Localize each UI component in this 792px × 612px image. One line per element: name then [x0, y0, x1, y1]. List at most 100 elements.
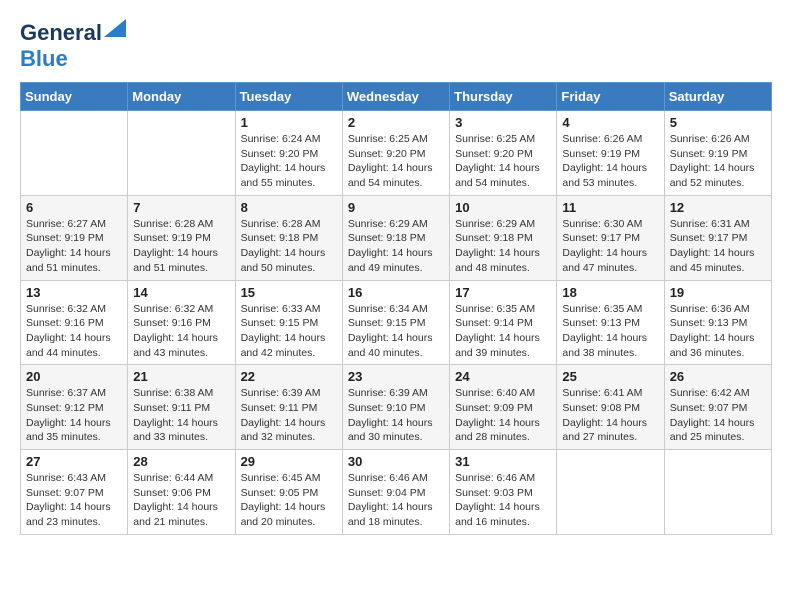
calendar-cell — [21, 111, 128, 196]
day-number: 18 — [562, 285, 658, 300]
logo: General Blue — [20, 20, 126, 72]
week-row-1: 1 Sunrise: 6:24 AM Sunset: 9:20 PM Daylig… — [21, 111, 772, 196]
day-info: Sunrise: 6:46 AM Sunset: 9:03 PM Dayligh… — [455, 471, 551, 530]
day-info: Sunrise: 6:28 AM Sunset: 9:18 PM Dayligh… — [241, 217, 337, 276]
day-number: 19 — [670, 285, 766, 300]
calendar-cell: 7Sunrise: 6:28 AM Sunset: 9:19 PM Daylig… — [128, 195, 235, 280]
calendar-cell: 30 Sunrise: 6:46 AM Sunset: 9:04 PM Dayli… — [342, 450, 449, 535]
day-info: Sunrise: 6:30 AM Sunset: 9:17 PM Dayligh… — [562, 217, 658, 276]
calendar-cell: 16 Sunrise: 6:34 AM Sunset: 9:15 PM Dayli… — [342, 280, 449, 365]
day-info: Sunrise: 6:25 AM Sunset: 9:20 PM Dayligh… — [348, 132, 444, 191]
day-number: 24 — [455, 369, 551, 384]
day-number: 27 — [26, 454, 122, 469]
day-number: 14 — [133, 285, 229, 300]
calendar-table: SundayMondayTuesdayWednesdayThursdayFrid… — [20, 82, 772, 535]
calendar-cell: 6 Sunrise: 6:27 AM Sunset: 9:19 PM Daylig… — [21, 195, 128, 280]
calendar-cell: 27 Sunrise: 6:43 AM Sunset: 9:07 PM Dayli… — [21, 450, 128, 535]
calendar-cell: 3 Sunrise: 6:25 AM Sunset: 9:20 PM Daylig… — [450, 111, 557, 196]
calendar-cell: 1 Sunrise: 6:24 AM Sunset: 9:20 PM Daylig… — [235, 111, 342, 196]
calendar-cell — [557, 450, 664, 535]
calendar-cell: 4 Sunrise: 6:26 AM Sunset: 9:19 PM Daylig… — [557, 111, 664, 196]
weekday-header-row: SundayMondayTuesdayWednesdayThursdayFrid… — [21, 83, 772, 111]
day-info: Sunrise: 6:38 AM Sunset: 9:11 PM Dayligh… — [133, 386, 229, 445]
calendar-cell: 17 Sunrise: 6:35 AM Sunset: 9:14 PM Dayli… — [450, 280, 557, 365]
day-info: Sunrise: 6:29 AM Sunset: 9:18 PM Dayligh… — [455, 217, 551, 276]
calendar-cell: 2 Sunrise: 6:25 AM Sunset: 9:20 PM Daylig… — [342, 111, 449, 196]
calendar-cell: 19 Sunrise: 6:36 AM Sunset: 9:13 PM Dayli… — [664, 280, 771, 365]
calendar-cell: 21 Sunrise: 6:38 AM Sunset: 9:11 PM Dayli… — [128, 365, 235, 450]
day-info: Sunrise: 6:43 AM Sunset: 9:07 PM Dayligh… — [26, 471, 122, 530]
logo-icon — [104, 19, 126, 37]
day-number: 3 — [455, 115, 551, 130]
weekday-header-saturday: Saturday — [664, 83, 771, 111]
calendar-cell: 18 Sunrise: 6:35 AM Sunset: 9:13 PM Dayli… — [557, 280, 664, 365]
day-info: Sunrise: 6:41 AM Sunset: 9:08 PM Dayligh… — [562, 386, 658, 445]
calendar-cell: 31Sunrise: 6:46 AM Sunset: 9:03 PM Dayli… — [450, 450, 557, 535]
calendar-cell: 11 Sunrise: 6:30 AM Sunset: 9:17 PM Dayli… — [557, 195, 664, 280]
day-number: 21 — [133, 369, 229, 384]
weekday-header-wednesday: Wednesday — [342, 83, 449, 111]
calendar-cell: 25 Sunrise: 6:41 AM Sunset: 9:08 PM Dayli… — [557, 365, 664, 450]
day-info: Sunrise: 6:34 AM Sunset: 9:15 PM Dayligh… — [348, 302, 444, 361]
day-number: 30 — [348, 454, 444, 469]
day-info: Sunrise: 6:35 AM Sunset: 9:14 PM Dayligh… — [455, 302, 551, 361]
day-number: 17 — [455, 285, 551, 300]
logo-general-text: General — [20, 20, 102, 46]
calendar-cell: 14 Sunrise: 6:32 AM Sunset: 9:16 PM Dayli… — [128, 280, 235, 365]
day-info: Sunrise: 6:28 AM Sunset: 9:19 PM Dayligh… — [133, 217, 229, 276]
day-info: Sunrise: 6:32 AM Sunset: 9:16 PM Dayligh… — [26, 302, 122, 361]
day-number: 2 — [348, 115, 444, 130]
day-number: 8 — [241, 200, 337, 215]
logo-blue-text: Blue — [20, 46, 68, 72]
week-row-4: 20 Sunrise: 6:37 AM Sunset: 9:12 PM Dayli… — [21, 365, 772, 450]
day-number: 11 — [562, 200, 658, 215]
calendar-cell — [664, 450, 771, 535]
day-number: 16 — [348, 285, 444, 300]
day-info: Sunrise: 6:40 AM Sunset: 9:09 PM Dayligh… — [455, 386, 551, 445]
day-number: 25 — [562, 369, 658, 384]
calendar-cell — [128, 111, 235, 196]
calendar-cell: 23 Sunrise: 6:39 AM Sunset: 9:10 PM Dayli… — [342, 365, 449, 450]
day-info: Sunrise: 6:36 AM Sunset: 9:13 PM Dayligh… — [670, 302, 766, 361]
day-number: 22 — [241, 369, 337, 384]
day-info: Sunrise: 6:26 AM Sunset: 9:19 PM Dayligh… — [562, 132, 658, 191]
day-info: Sunrise: 6:39 AM Sunset: 9:10 PM Dayligh… — [348, 386, 444, 445]
day-info: Sunrise: 6:25 AM Sunset: 9:20 PM Dayligh… — [455, 132, 551, 191]
day-info: Sunrise: 6:37 AM Sunset: 9:12 PM Dayligh… — [26, 386, 122, 445]
day-info: Sunrise: 6:39 AM Sunset: 9:11 PM Dayligh… — [241, 386, 337, 445]
calendar-cell: 22 Sunrise: 6:39 AM Sunset: 9:11 PM Dayli… — [235, 365, 342, 450]
day-info: Sunrise: 6:46 AM Sunset: 9:04 PM Dayligh… — [348, 471, 444, 530]
day-number: 1 — [241, 115, 337, 130]
day-info: Sunrise: 6:29 AM Sunset: 9:18 PM Dayligh… — [348, 217, 444, 276]
day-number: 13 — [26, 285, 122, 300]
week-row-2: 6 Sunrise: 6:27 AM Sunset: 9:19 PM Daylig… — [21, 195, 772, 280]
calendar-cell: 24 Sunrise: 6:40 AM Sunset: 9:09 PM Dayli… — [450, 365, 557, 450]
calendar-cell: 12Sunrise: 6:31 AM Sunset: 9:17 PM Dayli… — [664, 195, 771, 280]
week-row-3: 13 Sunrise: 6:32 AM Sunset: 9:16 PM Dayli… — [21, 280, 772, 365]
weekday-header-friday: Friday — [557, 83, 664, 111]
day-number: 10 — [455, 200, 551, 215]
calendar-cell: 5Sunrise: 6:26 AM Sunset: 9:19 PM Daylig… — [664, 111, 771, 196]
day-info: Sunrise: 6:44 AM Sunset: 9:06 PM Dayligh… — [133, 471, 229, 530]
calendar-cell: 28Sunrise: 6:44 AM Sunset: 9:06 PM Dayli… — [128, 450, 235, 535]
day-info: Sunrise: 6:24 AM Sunset: 9:20 PM Dayligh… — [241, 132, 337, 191]
day-info: Sunrise: 6:33 AM Sunset: 9:15 PM Dayligh… — [241, 302, 337, 361]
day-info: Sunrise: 6:32 AM Sunset: 9:16 PM Dayligh… — [133, 302, 229, 361]
calendar-cell: 10 Sunrise: 6:29 AM Sunset: 9:18 PM Dayli… — [450, 195, 557, 280]
calendar-cell: 13 Sunrise: 6:32 AM Sunset: 9:16 PM Dayli… — [21, 280, 128, 365]
page-header: General Blue — [20, 20, 772, 72]
calendar-cell: 20 Sunrise: 6:37 AM Sunset: 9:12 PM Dayli… — [21, 365, 128, 450]
day-number: 6 — [26, 200, 122, 215]
day-info: Sunrise: 6:42 AM Sunset: 9:07 PM Dayligh… — [670, 386, 766, 445]
calendar-cell: 26Sunrise: 6:42 AM Sunset: 9:07 PM Dayli… — [664, 365, 771, 450]
day-number: 20 — [26, 369, 122, 384]
calendar-cell: 15Sunrise: 6:33 AM Sunset: 9:15 PM Dayli… — [235, 280, 342, 365]
week-row-5: 27 Sunrise: 6:43 AM Sunset: 9:07 PM Dayli… — [21, 450, 772, 535]
day-info: Sunrise: 6:35 AM Sunset: 9:13 PM Dayligh… — [562, 302, 658, 361]
day-info: Sunrise: 6:31 AM Sunset: 9:17 PM Dayligh… — [670, 217, 766, 276]
day-number: 4 — [562, 115, 658, 130]
day-number: 23 — [348, 369, 444, 384]
day-number: 29 — [241, 454, 337, 469]
weekday-header-monday: Monday — [128, 83, 235, 111]
day-info: Sunrise: 6:27 AM Sunset: 9:19 PM Dayligh… — [26, 217, 122, 276]
